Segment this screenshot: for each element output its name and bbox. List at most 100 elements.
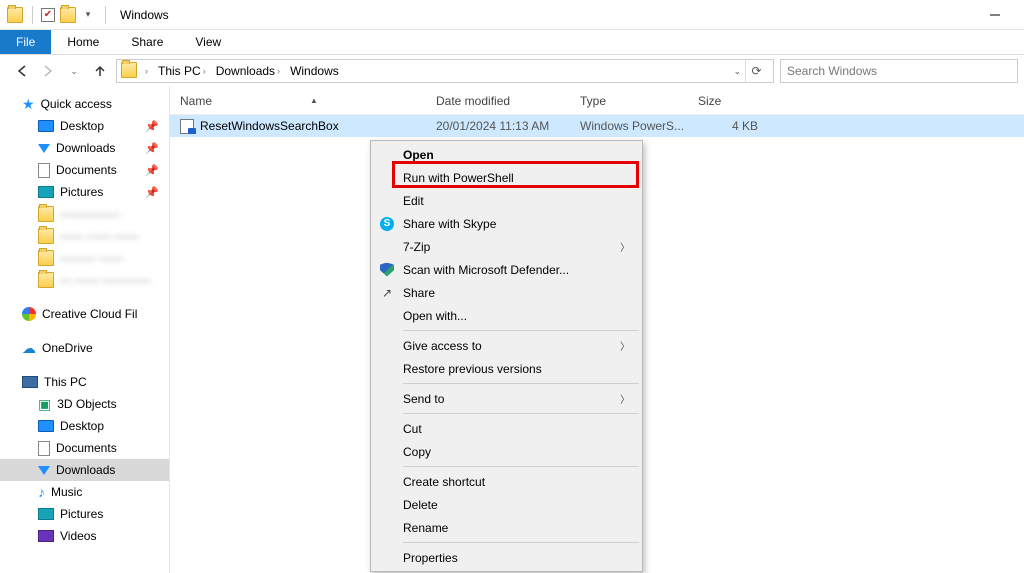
breadcrumb-windows[interactable]: Windows (286, 60, 343, 82)
menu-run-powershell[interactable]: Run with PowerShell (373, 166, 640, 189)
nav-desktop[interactable]: Desktop📌 (0, 115, 169, 137)
creative-cloud-icon (22, 307, 36, 321)
col-type[interactable]: Type (570, 94, 688, 108)
menu-delete[interactable]: Delete (373, 493, 640, 516)
nav-3dobjects[interactable]: ▣3D Objects (0, 393, 169, 415)
menu-separator (403, 330, 639, 331)
file-name: ResetWindowsSearchBox (200, 119, 339, 133)
menu-send-to[interactable]: Send to〉 (373, 387, 640, 410)
menu-defender[interactable]: Scan with Microsoft Defender... (373, 258, 640, 281)
folder-icon (38, 272, 54, 288)
menu-open-with[interactable]: Open with... (373, 304, 640, 327)
nav-redacted-1[interactable]: ————— (0, 203, 169, 225)
nav-downloads[interactable]: Downloads📌 (0, 137, 169, 159)
pin-icon: 📌 (145, 120, 159, 133)
address-bar[interactable]: › This PC› Downloads› Windows ⌄ ⟳ (116, 59, 774, 83)
menu-separator (403, 542, 639, 543)
breadcrumb-thispc[interactable]: This PC› (154, 60, 210, 82)
cube-icon: ▣ (38, 396, 51, 413)
menu-open[interactable]: Open (373, 143, 640, 166)
menu-skype[interactable]: SShare with Skype (373, 212, 640, 235)
menu-give-access[interactable]: Give access to〉 (373, 334, 640, 357)
folder-icon (38, 228, 54, 244)
recent-dropdown[interactable]: ⌄ (64, 61, 84, 81)
nav-redacted-2[interactable]: —— —— —— (0, 225, 169, 247)
pictures-icon (38, 186, 54, 198)
folder-icon (38, 206, 54, 222)
file-date: 20/01/2024 11:13 AM (436, 119, 549, 133)
folder-icon (59, 6, 77, 24)
folder-icon (6, 6, 24, 24)
powershell-file-icon (180, 119, 194, 134)
onedrive-icon: ☁ (22, 340, 36, 357)
nav-desktop-2[interactable]: Desktop (0, 415, 169, 437)
pin-icon: 📌 (145, 142, 159, 155)
menu-7zip[interactable]: 7-Zip〉 (373, 235, 640, 258)
forward-button[interactable] (38, 61, 58, 81)
breadcrumb-downloads[interactable]: Downloads› (212, 60, 284, 82)
ribbon-tabs: File Home Share View (0, 30, 1024, 55)
col-name[interactable]: Name▲ (170, 94, 426, 108)
nav-pictures[interactable]: Pictures📌 (0, 181, 169, 203)
chevron-right-icon: 〉 (620, 338, 630, 353)
pin-icon: 📌 (145, 186, 159, 199)
document-icon (38, 163, 50, 178)
document-icon (38, 441, 50, 456)
tab-view[interactable]: View (179, 30, 237, 54)
nav-downloads-2[interactable]: Downloads (0, 459, 169, 481)
menu-edit[interactable]: Edit (373, 189, 640, 212)
breadcrumb-root[interactable]: › (139, 60, 152, 82)
col-date[interactable]: Date modified (426, 94, 570, 108)
refresh-button[interactable]: ⟳ (745, 60, 767, 82)
nav-quick-access[interactable]: ★Quick access (0, 93, 169, 115)
download-icon (38, 144, 50, 153)
sort-asc-icon: ▲ (310, 96, 318, 105)
pc-icon (22, 376, 38, 388)
videos-icon (38, 530, 54, 542)
tab-home[interactable]: Home (51, 30, 115, 54)
up-button[interactable] (90, 61, 110, 81)
nav-music[interactable]: ♪Music (0, 481, 169, 503)
nav-onedrive[interactable]: ☁OneDrive (0, 337, 169, 359)
menu-share[interactable]: ↗Share (373, 281, 640, 304)
nav-pane: ★Quick access Desktop📌 Downloads📌 Docume… (0, 87, 170, 573)
menu-shortcut[interactable]: Create shortcut (373, 470, 640, 493)
addr-dropdown-icon[interactable]: ⌄ (733, 66, 741, 77)
nav-pictures-2[interactable]: Pictures (0, 503, 169, 525)
shield-icon (379, 262, 395, 278)
desktop-icon (38, 420, 54, 432)
minimize-button[interactable] (972, 0, 1018, 30)
nav-redacted-3[interactable]: ——— —— (0, 247, 169, 269)
tab-file[interactable]: File (0, 30, 51, 54)
menu-properties[interactable]: Properties (373, 546, 640, 569)
menu-copy[interactable]: Copy (373, 440, 640, 463)
qat-checkbox-icon[interactable]: ✔ (39, 6, 57, 24)
menu-separator (403, 383, 639, 384)
menu-rename[interactable]: Rename (373, 516, 640, 539)
chevron-right-icon: 〉 (620, 239, 630, 254)
col-size[interactable]: Size (688, 94, 768, 108)
menu-cut[interactable]: Cut (373, 417, 640, 440)
chevron-right-icon: 〉 (620, 391, 630, 406)
file-type: Windows PowerS... (580, 119, 684, 133)
tab-share[interactable]: Share (115, 30, 179, 54)
nav-thispc[interactable]: This PC (0, 371, 169, 393)
menu-separator (403, 413, 639, 414)
search-input[interactable]: Search Windows (780, 59, 1018, 83)
nav-creative-cloud[interactable]: Creative Cloud Fil (0, 303, 169, 325)
nav-documents-2[interactable]: Documents (0, 437, 169, 459)
nav-documents[interactable]: Documents📌 (0, 159, 169, 181)
back-button[interactable] (12, 61, 32, 81)
menu-restore[interactable]: Restore previous versions (373, 357, 640, 380)
qat-dropdown-icon[interactable]: ▾ (79, 6, 97, 24)
download-icon (38, 466, 50, 475)
nav-videos[interactable]: Videos (0, 525, 169, 547)
pin-icon: 📌 (145, 164, 159, 177)
file-row[interactable]: ResetWindowsSearchBox 20/01/2024 11:13 A… (170, 115, 1024, 137)
nav-redacted-4[interactable]: — —— ———— (0, 269, 169, 291)
file-size: 4 KB (732, 119, 758, 133)
address-row: ⌄ › This PC› Downloads› Windows ⌄ ⟳ Sear… (0, 55, 1024, 87)
title-bar: ✔ ▾ Windows (0, 0, 1024, 30)
star-icon: ★ (22, 96, 35, 113)
share-icon: ↗ (379, 285, 395, 301)
